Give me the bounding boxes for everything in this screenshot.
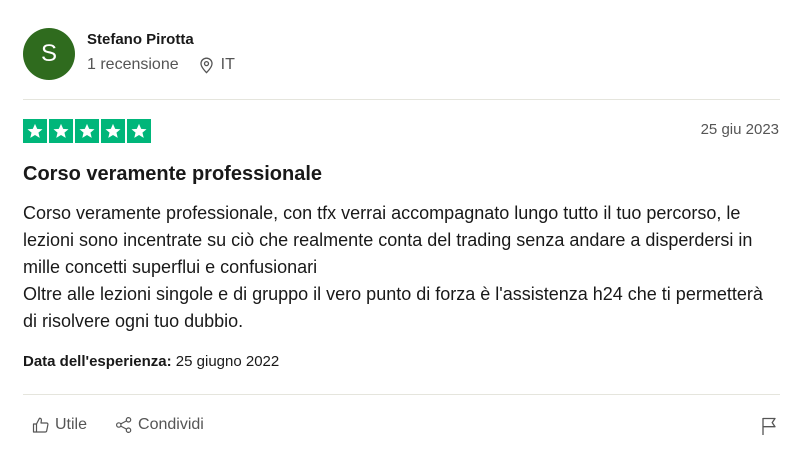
experience-label: Data dell'esperienza: (23, 353, 172, 370)
report-button[interactable] (760, 416, 778, 441)
reviewer-meta: 1 recensione IT (87, 56, 235, 74)
review-date: 25 giu 2023 (700, 121, 779, 138)
share-label: Condividi (138, 416, 204, 433)
location-pin-icon (199, 57, 213, 73)
star-rating (23, 119, 151, 143)
country-code: IT (220, 56, 235, 73)
share-icon (116, 416, 132, 434)
avatar[interactable]: S (23, 28, 75, 80)
divider (23, 394, 780, 395)
reviewer-name[interactable]: Stefano Pirotta (87, 31, 194, 48)
star-icon (75, 119, 99, 143)
thumbs-up-icon (32, 417, 49, 433)
useful-button[interactable]: Utile (32, 416, 87, 434)
useful-label: Utile (55, 416, 88, 433)
review-paragraph: Corso veramente professionale, con tfx v… (23, 203, 753, 277)
reviewer-country: IT (199, 56, 235, 74)
share-button[interactable]: Condividi (115, 416, 204, 434)
star-icon (23, 119, 47, 143)
star-icon (101, 119, 125, 143)
star-icon (127, 119, 151, 143)
review-paragraph: Oltre alle lezioni singole e di gruppo i… (23, 284, 763, 331)
review-title: Corso veramente professionale (23, 163, 322, 185)
review-actions: Utile Condividi (32, 416, 204, 434)
flag-icon (762, 417, 776, 435)
experience-date: Data dell'esperienza: 25 giugno 2022 (23, 353, 279, 370)
experience-value: 25 giugno 2022 (175, 353, 280, 370)
review-count: 1 recensione (87, 56, 179, 73)
review-body: Corso veramente professionale, con tfx v… (23, 200, 763, 335)
star-icon (49, 119, 73, 143)
avatar-initial: S (40, 40, 57, 67)
divider (23, 99, 780, 100)
